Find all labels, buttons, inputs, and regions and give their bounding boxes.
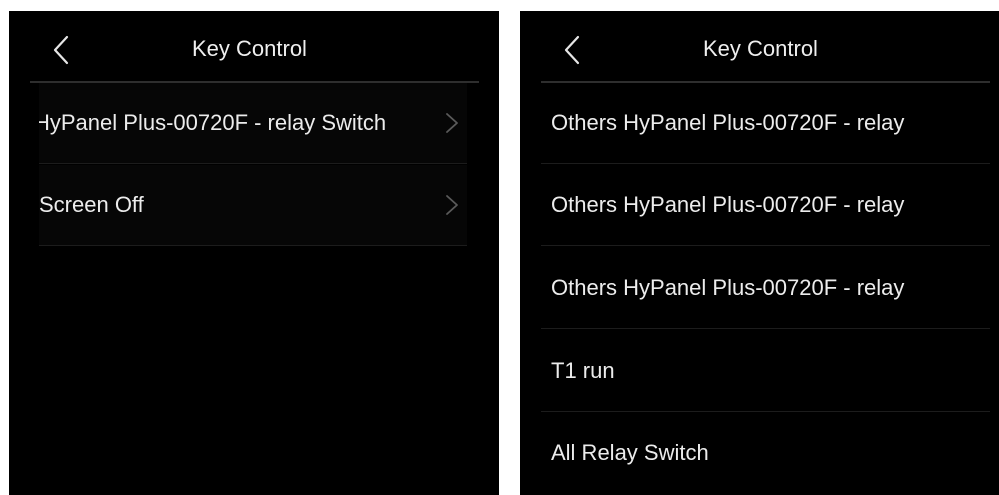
list-item-label: Others HyPanel Plus-00720F - relay xyxy=(551,192,905,217)
list-item-label: Screen Off xyxy=(39,192,144,217)
chevron-left-icon xyxy=(564,35,580,65)
page-title: Key Control xyxy=(703,36,818,61)
list-item-label: Others HyPanel Plus-00720F - relay xyxy=(551,110,905,135)
list-item-t1-run[interactable]: T1 run xyxy=(541,331,990,412)
list-item-label: Others HyPanel Plus-00720F - relay xyxy=(551,275,905,300)
header: Key Control xyxy=(9,11,499,83)
header: Key Control xyxy=(520,11,999,83)
list-item[interactable]: Others HyPanel Plus-00720F - relay xyxy=(541,83,990,164)
chevron-right-icon xyxy=(445,194,459,216)
key-control-screen-left: Key Control HyPanel Plus-00720F - relay … xyxy=(9,11,499,495)
list-item-label: HyPanel Plus-00720F - relay Switch xyxy=(39,110,387,135)
key-control-screen-right: Key Control Others HyPanel Plus-00720F -… xyxy=(520,11,999,495)
list-item-label: T1 run xyxy=(551,358,615,383)
list-item[interactable]: Others HyPanel Plus-00720F - relay xyxy=(541,248,990,329)
chevron-left-icon xyxy=(53,35,69,65)
list-item-all-relay-switch[interactable]: All Relay Switch xyxy=(541,413,990,493)
list-item-relay-switch[interactable]: HyPanel Plus-00720F - relay Switch xyxy=(39,83,467,164)
list-item-label: All Relay Switch xyxy=(551,440,709,465)
back-button[interactable] xyxy=(558,35,588,65)
list-item[interactable]: Others HyPanel Plus-00720F - relay xyxy=(541,165,990,246)
chevron-right-icon xyxy=(445,112,459,134)
back-button[interactable] xyxy=(47,35,77,65)
list-item-screen-off[interactable]: Screen Off xyxy=(39,165,467,246)
page-title: Key Control xyxy=(192,36,307,61)
